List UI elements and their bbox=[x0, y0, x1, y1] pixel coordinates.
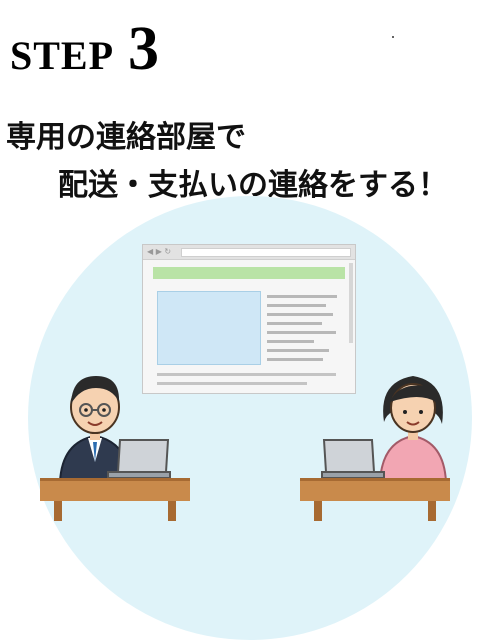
address-bar bbox=[181, 248, 351, 257]
image-placeholder bbox=[157, 291, 261, 365]
laptop-right-icon bbox=[321, 439, 385, 479]
step-number: 3 bbox=[128, 15, 161, 83]
text-column bbox=[267, 295, 345, 367]
caption-line-1: 専用の連絡部屋で bbox=[6, 120, 246, 155]
browser-toolbar: ◀ ▶ ↻ bbox=[143, 245, 355, 260]
desk-right bbox=[300, 478, 450, 521]
page-banner bbox=[153, 267, 345, 279]
desk-left bbox=[40, 478, 190, 521]
step-word: STEP bbox=[10, 33, 115, 78]
step-heading: STEP 3 bbox=[10, 14, 160, 85]
laptop-left-icon bbox=[107, 439, 171, 479]
browser-nav-icons: ◀ ▶ ↻ bbox=[147, 247, 172, 256]
browser-window: ◀ ▶ ↻ bbox=[142, 244, 356, 394]
text-block bbox=[157, 373, 345, 391]
scrollbar bbox=[349, 263, 353, 343]
decorative-dot bbox=[392, 36, 394, 38]
